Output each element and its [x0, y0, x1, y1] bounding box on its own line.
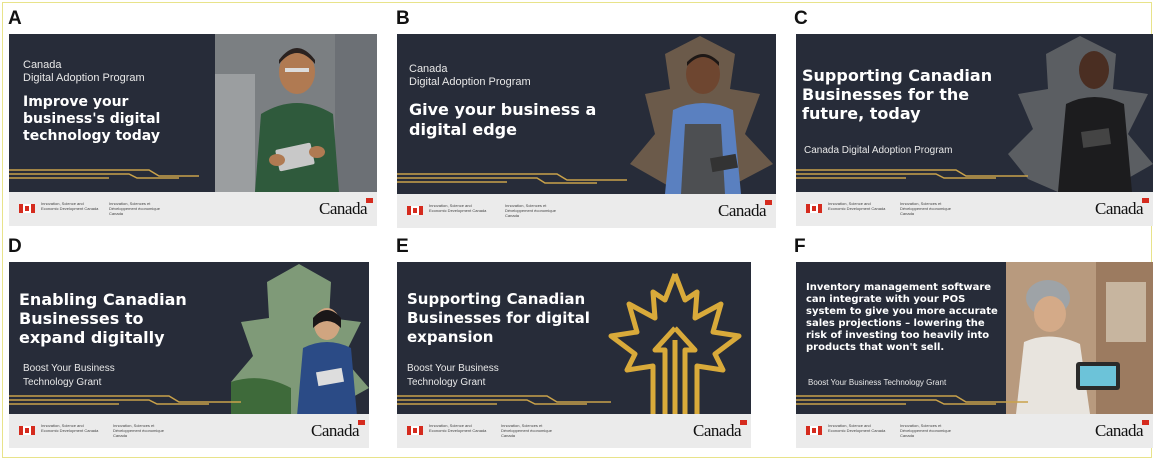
dept-name-en: Innovation, Science and Economic Develop…: [429, 423, 487, 433]
maple-leaf-arrow-icon: [608, 273, 742, 414]
ad-panel-e: Supporting Canadian Businesses for digit…: [397, 262, 751, 448]
footer-bar: Innovation, Science and Economic Develop…: [9, 192, 377, 226]
label-e: E: [396, 236, 409, 257]
canada-flag-icon: [407, 206, 423, 215]
gold-circuit-lines: [9, 395, 241, 405]
grant-name: Boost Your Business Technology Grant: [23, 363, 115, 388]
headline: Improve your business's digital technolo…: [23, 94, 161, 144]
headline: Give your business a digital edge: [409, 100, 597, 139]
program-line2: Digital Adoption Program: [23, 72, 145, 84]
ad-panel-a: Canada Digital Adoption Program Improve …: [9, 34, 377, 226]
canada-flag-icon: [806, 426, 822, 435]
flag-mark-icon: [765, 200, 772, 205]
footer-bar: Innovation, Science and Economic Develop…: [796, 192, 1153, 226]
canada-wordmark: Canada: [693, 420, 747, 441]
canada-wordmark: Canada: [1095, 198, 1149, 219]
program-line1: Canada: [409, 63, 448, 75]
program-name: Canada Digital Adoption Program: [804, 145, 953, 156]
canada-wordmark: Canada: [1095, 420, 1149, 441]
photo-smiling-man-apron: [625, 34, 776, 194]
flag-mark-icon: [1142, 198, 1149, 203]
photo-man-with-tablet: [215, 34, 377, 192]
ad-panel-c: Supporting Canadian Businesses for the f…: [796, 34, 1153, 226]
grant-name: Boost Your Business Technology Grant: [808, 378, 947, 387]
dept-name-fr: Innovation, Sciences et Développement éc…: [109, 201, 160, 216]
canada-flag-icon: [407, 426, 423, 435]
dept-name-fr: Innovation, Sciences et Développement éc…: [505, 203, 556, 218]
canada-wordmark: Canada: [319, 198, 373, 219]
label-a: A: [8, 8, 22, 29]
canada-flag-icon: [19, 426, 35, 435]
canada-flag-icon: [806, 204, 822, 213]
label-c: C: [794, 8, 808, 29]
headline: Supporting Canadian Businesses for digit…: [407, 290, 590, 346]
gold-circuit-lines: [796, 395, 1028, 405]
headline: Enabling Canadian Businesses to expand d…: [19, 290, 187, 347]
program-line1: Canada: [23, 59, 62, 71]
ad-panel-f: Inventory management software can integr…: [796, 262, 1153, 448]
dept-name-fr: Innovation, Sciences et Développement éc…: [113, 423, 164, 438]
dept-name-en: Innovation, Science and Economic Develop…: [41, 423, 99, 433]
dept-name-fr: Innovation, Sciences et Développement éc…: [900, 423, 951, 438]
canada-flag-icon: [19, 204, 35, 213]
dept-name-en: Innovation, Science and Economic Develop…: [828, 201, 886, 211]
ad-panel-b: Canada Digital Adoption Program Give you…: [397, 34, 776, 228]
headline: Supporting Canadian Businesses for the f…: [802, 66, 993, 123]
dept-name-en: Innovation, Science and Economic Develop…: [828, 423, 886, 433]
label-b: B: [396, 8, 410, 29]
program-line2: Digital Adoption Program: [409, 76, 531, 88]
dept-name-fr: Innovation, Sciences et Développement éc…: [501, 423, 552, 438]
gold-circuit-lines: [796, 169, 1028, 179]
footer-bar: Innovation, Science and Economic Develop…: [397, 414, 751, 448]
gold-circuit-lines: [397, 395, 611, 405]
flag-mark-icon: [740, 420, 747, 425]
label-f: F: [794, 236, 806, 257]
dept-name-en: Innovation, Science and Economic Develop…: [429, 203, 487, 213]
flag-mark-icon: [358, 420, 365, 425]
gold-circuit-lines: [397, 173, 627, 184]
footer-bar: Innovation, Science and Economic Develop…: [397, 194, 776, 228]
flag-mark-icon: [366, 198, 373, 203]
canada-wordmark: Canada: [311, 420, 365, 441]
grant-name: Boost Your Business Technology Grant: [407, 363, 499, 388]
flag-mark-icon: [1142, 420, 1149, 425]
footer-bar: Innovation, Science and Economic Develop…: [9, 414, 369, 448]
dept-name-fr: Innovation, Sciences et Développement éc…: [900, 201, 951, 216]
label-d: D: [8, 236, 22, 257]
gold-circuit-lines: [9, 169, 199, 179]
canada-wordmark: Canada: [718, 200, 772, 221]
footer-bar: Innovation, Science and Economic Develop…: [796, 414, 1153, 448]
photo-woman-in-garden: [231, 262, 369, 416]
headline: Inventory management software can integr…: [806, 282, 998, 353]
ad-panel-d: Enabling Canadian Businesses to expand d…: [9, 262, 369, 448]
dept-name-en: Innovation, Science and Economic Develop…: [41, 201, 99, 211]
